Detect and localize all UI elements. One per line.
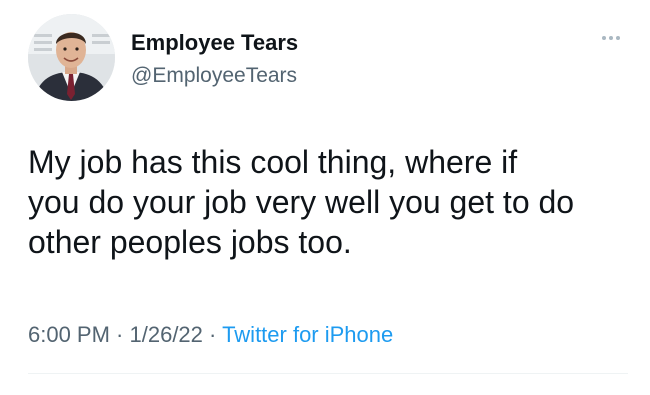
tweet-time[interactable]: 6:00 PM	[28, 322, 110, 347]
more-dots-icon	[602, 36, 620, 40]
divider	[28, 373, 628, 374]
tweet-source-link[interactable]: Twitter for iPhone	[222, 322, 393, 347]
tweet-meta: 6:00 PM · 1/26/22 · Twitter for iPhone	[28, 322, 393, 348]
more-options-button[interactable]	[596, 28, 626, 48]
tweet-date[interactable]: 1/26/22	[130, 322, 203, 347]
meta-separator: ·	[109, 322, 130, 347]
tweet-text-line: My job has this cool thing, where if	[28, 144, 518, 180]
author-name[interactable]: Employee Tears	[131, 30, 298, 56]
tweet-text-line: you do your job very well you get to do	[28, 184, 575, 220]
tweet-text: My job has this cool thing, where if you…	[28, 142, 628, 262]
author-handle[interactable]: @EmployeeTears	[131, 64, 297, 88]
avatar[interactable]	[28, 14, 115, 101]
profile-photo-icon	[28, 14, 115, 101]
tweet-card: Employee Tears @EmployeeTears My job has…	[0, 0, 650, 395]
meta-separator: ·	[202, 322, 223, 347]
tweet-text-line: other peoples jobs too.	[28, 224, 352, 260]
